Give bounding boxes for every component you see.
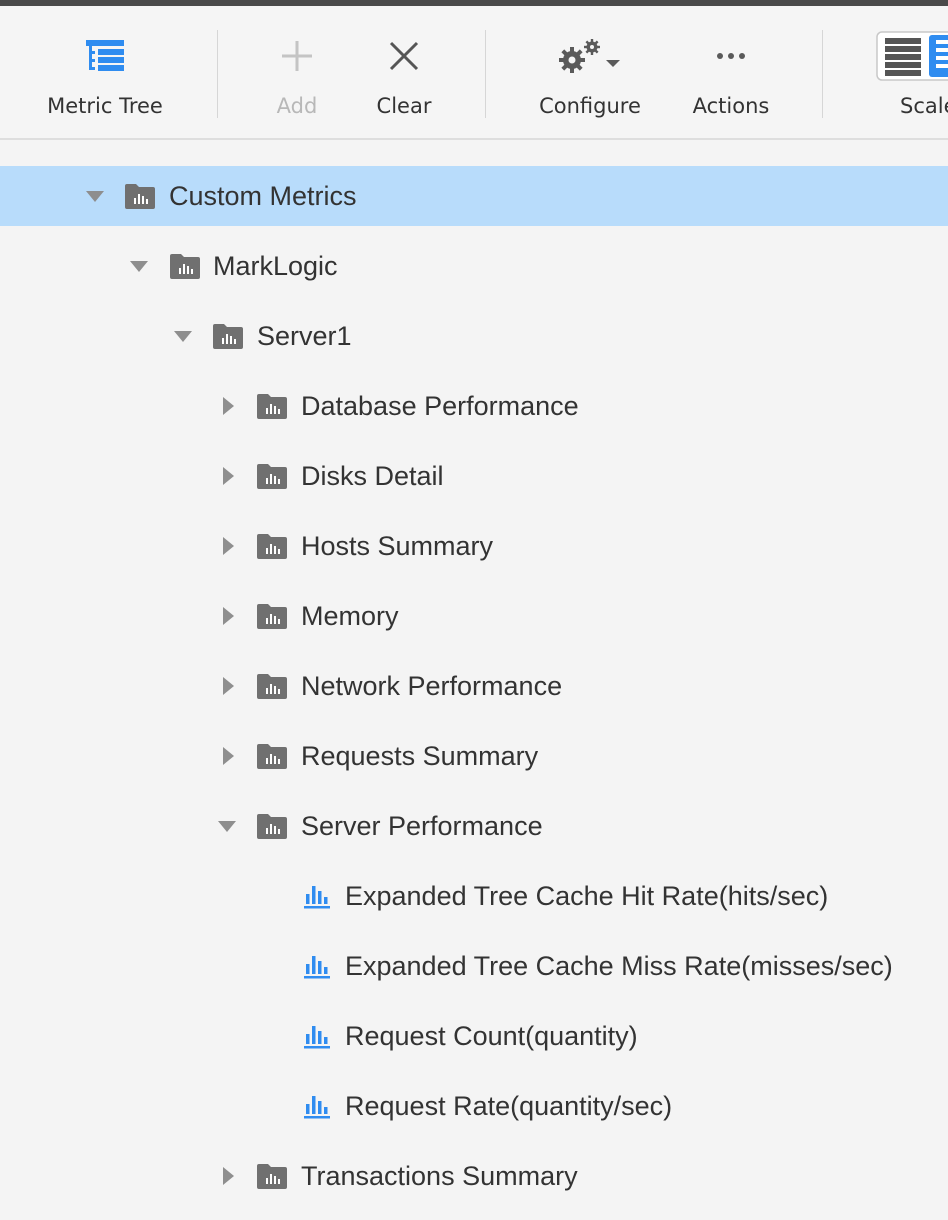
expand-toggle[interactable] — [216, 446, 240, 506]
tree-leaf-request-count[interactable]: Request Count(quantity) — [0, 1006, 948, 1066]
triangle-right-icon — [222, 1167, 234, 1185]
actions-button[interactable]: Actions — [686, 6, 776, 138]
tree-node-label: Network Performance — [301, 671, 563, 701]
triangle-down-icon — [218, 820, 236, 832]
toolbar: Metric Tree Add Clear Configure Actions … — [0, 6, 948, 140]
scale-button[interactable]: Scale — [876, 6, 948, 138]
tree-node-marklogic[interactable]: MarkLogic — [0, 236, 948, 296]
folder-chart-icon — [257, 464, 287, 489]
configure-button[interactable]: Configure — [539, 6, 641, 138]
folder-chart-icon — [213, 324, 243, 349]
folder-chart-icon — [257, 604, 287, 629]
gear-dropdown-icon — [540, 34, 640, 78]
tree-node-label: Database Performance — [301, 391, 579, 421]
tree-leaf-label: Expanded Tree Cache Miss Rate(misses/sec… — [345, 951, 893, 981]
folder-chart-icon — [125, 184, 155, 209]
folder-chart-icon — [257, 814, 287, 839]
tree-leaf-label: Request Rate(quantity/sec) — [345, 1091, 673, 1121]
triangle-right-icon — [222, 747, 234, 765]
tree-node-label: MarkLogic — [213, 251, 338, 281]
triangle-right-icon — [222, 467, 234, 485]
expand-toggle[interactable] — [216, 726, 240, 786]
folder-chart-icon — [170, 254, 200, 279]
expand-toggle[interactable] — [216, 656, 240, 716]
triangle-right-icon — [222, 677, 234, 695]
tree-node-requests-summary[interactable]: Requests Summary — [0, 726, 948, 786]
tree-leaf-label: Request Count(quantity) — [345, 1021, 638, 1051]
folder-chart-icon — [257, 744, 287, 769]
folder-chart-icon — [257, 674, 287, 699]
triangle-down-icon — [86, 190, 104, 202]
tree-node-transactions-summary[interactable]: Transactions Summary — [0, 1146, 948, 1206]
triangle-right-icon — [222, 607, 234, 625]
tree-node-hosts-summary[interactable]: Hosts Summary — [0, 516, 948, 576]
tree-leaf-label: Expanded Tree Cache Hit Rate(hits/sec) — [345, 881, 829, 911]
tree-node-server1[interactable]: Server1 — [0, 306, 948, 366]
bar-chart-icon — [304, 1026, 330, 1049]
bar-chart-icon — [304, 956, 330, 979]
triangle-down-icon — [130, 260, 148, 272]
tree-node-label: Server Performance — [301, 811, 543, 841]
toolbar-divider — [822, 30, 823, 118]
tree-node-custom-metrics[interactable]: Custom Metrics — [0, 166, 948, 226]
bar-chart-icon — [304, 886, 330, 909]
plus-icon — [262, 34, 332, 78]
tree-leaf-request-rate[interactable]: Request Rate(quantity/sec) — [0, 1076, 948, 1136]
folder-chart-icon — [257, 1164, 287, 1189]
tree-node-label: Server1 — [257, 321, 352, 351]
expand-toggle[interactable] — [127, 236, 151, 296]
actions-label: Actions — [692, 94, 770, 118]
triangle-right-icon — [222, 537, 234, 555]
folder-chart-icon — [257, 394, 287, 419]
clear-button[interactable]: Clear — [369, 6, 439, 138]
add-label: Add — [276, 94, 318, 118]
tree-node-label: Disks Detail — [301, 461, 444, 491]
close-icon — [369, 34, 439, 78]
add-button[interactable]: Add — [262, 6, 332, 138]
configure-label: Configure — [539, 94, 641, 118]
scale-label: Scale — [900, 94, 948, 118]
tree-node-memory[interactable]: Memory — [0, 586, 948, 646]
metric-tree-label: Metric Tree — [47, 94, 163, 118]
scale-icon — [876, 31, 948, 81]
expand-toggle[interactable] — [216, 1146, 240, 1206]
expand-toggle[interactable] — [216, 516, 240, 576]
toolbar-divider — [217, 30, 218, 118]
metric-tree-button[interactable]: Metric Tree — [47, 6, 163, 138]
triangle-down-icon — [174, 330, 192, 342]
tree-node-label: Custom Metrics — [169, 181, 357, 211]
tree-node-disks-detail[interactable]: Disks Detail — [0, 446, 948, 506]
toolbar-divider — [485, 30, 486, 118]
tree-node-network-performance[interactable]: Network Performance — [0, 656, 948, 716]
metric-tree-icon — [55, 34, 155, 78]
triangle-right-icon — [222, 397, 234, 415]
expand-toggle[interactable] — [215, 796, 239, 856]
expand-toggle[interactable] — [171, 306, 195, 366]
tree-node-database-performance[interactable]: Database Performance — [0, 376, 948, 436]
tree-node-label: Transactions Summary — [301, 1161, 578, 1191]
expand-toggle[interactable] — [216, 586, 240, 646]
expand-toggle[interactable] — [216, 376, 240, 436]
bar-chart-icon — [304, 1096, 330, 1119]
tree-node-label: Requests Summary — [301, 741, 539, 771]
clear-label: Clear — [376, 94, 432, 118]
expand-toggle[interactable] — [83, 166, 107, 226]
tree-leaf-miss-rate[interactable]: Expanded Tree Cache Miss Rate(misses/sec… — [0, 936, 948, 996]
more-icon — [686, 34, 776, 78]
folder-chart-icon — [257, 534, 287, 559]
tree-leaf-hit-rate[interactable]: Expanded Tree Cache Hit Rate(hits/sec) — [0, 866, 948, 926]
tree-node-label: Hosts Summary — [301, 531, 494, 561]
tree-node-label: Memory — [301, 601, 399, 631]
tree-node-server-performance[interactable]: Server Performance — [0, 796, 948, 856]
